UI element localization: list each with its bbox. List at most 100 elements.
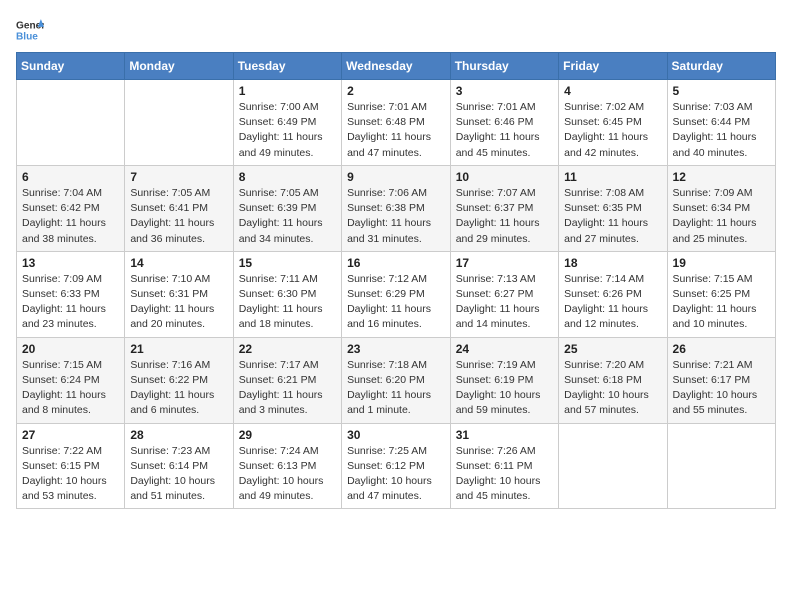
calendar-cell: 29 Sunrise: 7:24 AM Sunset: 6:13 PM Dayli… [233, 423, 341, 509]
logo: General Blue [16, 16, 44, 44]
calendar-week-row: 1Sunrise: 7:00 AM Sunset: 6:49 PM Daylig… [17, 80, 776, 166]
calendar-cell: 13 Sunrise: 7:09 AM Sunset: 6:33 PM Dayli… [17, 251, 125, 337]
calendar-cell: 24 Sunrise: 7:19 AM Sunset: 6:19 PM Dayli… [450, 337, 558, 423]
day-info: Sunrise: 7:08 AM Sunset: 6:35 PM Dayligh… [564, 186, 661, 247]
day-number: 2 [347, 84, 445, 98]
calendar-table: SundayMondayTuesdayWednesdayThursdayFrid… [16, 52, 776, 509]
calendar-cell: 25 Sunrise: 7:20 AM Sunset: 6:18 PM Dayli… [559, 337, 667, 423]
day-number: 21 [130, 342, 227, 356]
day-number: 12 [673, 170, 770, 184]
calendar-cell: 27Sunrise: 7:22 AM Sunset: 6:15 PM Dayli… [17, 423, 125, 509]
calendar-cell: 15 Sunrise: 7:11 AM Sunset: 6:30 PM Dayli… [233, 251, 341, 337]
day-number: 22 [239, 342, 336, 356]
weekday-header-row: SundayMondayTuesdayWednesdayThursdayFrid… [17, 53, 776, 80]
calendar-cell: 3 Sunrise: 7:01 AM Sunset: 6:46 PM Daylig… [450, 80, 558, 166]
day-info: Sunrise: 7:21 AM Sunset: 6:17 PM Dayligh… [673, 358, 770, 419]
calendar-cell: 21 Sunrise: 7:16 AM Sunset: 6:22 PM Dayli… [125, 337, 233, 423]
calendar-week-row: 13 Sunrise: 7:09 AM Sunset: 6:33 PM Dayli… [17, 251, 776, 337]
day-number: 4 [564, 84, 661, 98]
calendar-cell [17, 80, 125, 166]
calendar-cell: 18 Sunrise: 7:14 AM Sunset: 6:26 PM Dayli… [559, 251, 667, 337]
day-number: 13 [22, 256, 119, 270]
day-number: 1 [239, 84, 336, 98]
day-info: Sunrise: 7:09 AM Sunset: 6:34 PM Dayligh… [673, 186, 770, 247]
svg-text:Blue: Blue [16, 31, 38, 42]
day-number: 31 [456, 428, 553, 442]
day-number: 8 [239, 170, 336, 184]
calendar-cell: 9 Sunrise: 7:06 AM Sunset: 6:38 PM Daylig… [342, 165, 451, 251]
day-number: 25 [564, 342, 661, 356]
day-info: Sunrise: 7:14 AM Sunset: 6:26 PM Dayligh… [564, 272, 661, 333]
calendar-cell: 8 Sunrise: 7:05 AM Sunset: 6:39 PM Daylig… [233, 165, 341, 251]
calendar-cell: 4 Sunrise: 7:02 AM Sunset: 6:45 PM Daylig… [559, 80, 667, 166]
day-info: Sunrise: 7:15 AM Sunset: 6:25 PM Dayligh… [673, 272, 770, 333]
day-info: Sunrise: 7:15 AM Sunset: 6:24 PM Dayligh… [22, 358, 119, 419]
day-number: 18 [564, 256, 661, 270]
weekday-header: Sunday [17, 53, 125, 80]
day-info: Sunrise: 7:16 AM Sunset: 6:22 PM Dayligh… [130, 358, 227, 419]
calendar-cell: 10 Sunrise: 7:07 AM Sunset: 6:37 PM Dayli… [450, 165, 558, 251]
day-number: 26 [673, 342, 770, 356]
calendar-cell: 7 Sunrise: 7:05 AM Sunset: 6:41 PM Daylig… [125, 165, 233, 251]
day-info: Sunrise: 7:25 AM Sunset: 6:12 PM Dayligh… [347, 444, 445, 505]
calendar-cell: 20 Sunrise: 7:15 AM Sunset: 6:24 PM Dayli… [17, 337, 125, 423]
calendar-cell: 6Sunrise: 7:04 AM Sunset: 6:42 PM Daylig… [17, 165, 125, 251]
calendar-week-row: 27Sunrise: 7:22 AM Sunset: 6:15 PM Dayli… [17, 423, 776, 509]
day-info: Sunrise: 7:12 AM Sunset: 6:29 PM Dayligh… [347, 272, 445, 333]
calendar-week-row: 6Sunrise: 7:04 AM Sunset: 6:42 PM Daylig… [17, 165, 776, 251]
day-info: Sunrise: 7:05 AM Sunset: 6:41 PM Dayligh… [130, 186, 227, 247]
weekday-header: Monday [125, 53, 233, 80]
day-number: 16 [347, 256, 445, 270]
day-info: Sunrise: 7:22 AM Sunset: 6:15 PM Dayligh… [22, 444, 119, 505]
weekday-header: Thursday [450, 53, 558, 80]
day-info: Sunrise: 7:11 AM Sunset: 6:30 PM Dayligh… [239, 272, 336, 333]
day-number: 15 [239, 256, 336, 270]
calendar-cell: 19 Sunrise: 7:15 AM Sunset: 6:25 PM Dayli… [667, 251, 775, 337]
day-number: 7 [130, 170, 227, 184]
day-number: 20 [22, 342, 119, 356]
day-number: 29 [239, 428, 336, 442]
day-info: Sunrise: 7:06 AM Sunset: 6:38 PM Dayligh… [347, 186, 445, 247]
calendar-cell: 17 Sunrise: 7:13 AM Sunset: 6:27 PM Dayli… [450, 251, 558, 337]
day-number: 28 [130, 428, 227, 442]
day-info: Sunrise: 7:24 AM Sunset: 6:13 PM Dayligh… [239, 444, 336, 505]
calendar-cell: 28 Sunrise: 7:23 AM Sunset: 6:14 PM Dayli… [125, 423, 233, 509]
calendar-cell: 12 Sunrise: 7:09 AM Sunset: 6:34 PM Dayli… [667, 165, 775, 251]
calendar-cell [667, 423, 775, 509]
day-info: Sunrise: 7:03 AM Sunset: 6:44 PM Dayligh… [673, 100, 770, 161]
day-info: Sunrise: 7:19 AM Sunset: 6:19 PM Dayligh… [456, 358, 553, 419]
day-number: 10 [456, 170, 553, 184]
day-info: Sunrise: 7:04 AM Sunset: 6:42 PM Dayligh… [22, 186, 119, 247]
day-number: 3 [456, 84, 553, 98]
day-info: Sunrise: 7:02 AM Sunset: 6:45 PM Dayligh… [564, 100, 661, 161]
day-number: 5 [673, 84, 770, 98]
day-info: Sunrise: 7:05 AM Sunset: 6:39 PM Dayligh… [239, 186, 336, 247]
day-number: 9 [347, 170, 445, 184]
calendar-cell [125, 80, 233, 166]
day-info: Sunrise: 7:09 AM Sunset: 6:33 PM Dayligh… [22, 272, 119, 333]
day-number: 24 [456, 342, 553, 356]
day-number: 14 [130, 256, 227, 270]
day-info: Sunrise: 7:10 AM Sunset: 6:31 PM Dayligh… [130, 272, 227, 333]
day-info: Sunrise: 7:23 AM Sunset: 6:14 PM Dayligh… [130, 444, 227, 505]
day-info: Sunrise: 7:13 AM Sunset: 6:27 PM Dayligh… [456, 272, 553, 333]
calendar-cell: 30Sunrise: 7:25 AM Sunset: 6:12 PM Dayli… [342, 423, 451, 509]
calendar-cell: 2Sunrise: 7:01 AM Sunset: 6:48 PM Daylig… [342, 80, 451, 166]
weekday-header: Friday [559, 53, 667, 80]
day-number: 17 [456, 256, 553, 270]
day-info: Sunrise: 7:01 AM Sunset: 6:46 PM Dayligh… [456, 100, 553, 161]
day-info: Sunrise: 7:07 AM Sunset: 6:37 PM Dayligh… [456, 186, 553, 247]
day-info: Sunrise: 7:20 AM Sunset: 6:18 PM Dayligh… [564, 358, 661, 419]
weekday-header: Tuesday [233, 53, 341, 80]
weekday-header: Wednesday [342, 53, 451, 80]
calendar-cell: 16 Sunrise: 7:12 AM Sunset: 6:29 PM Dayli… [342, 251, 451, 337]
calendar-cell: 1Sunrise: 7:00 AM Sunset: 6:49 PM Daylig… [233, 80, 341, 166]
day-number: 11 [564, 170, 661, 184]
calendar-cell [559, 423, 667, 509]
day-number: 19 [673, 256, 770, 270]
calendar-cell: 31Sunrise: 7:26 AM Sunset: 6:11 PM Dayli… [450, 423, 558, 509]
day-info: Sunrise: 7:17 AM Sunset: 6:21 PM Dayligh… [239, 358, 336, 419]
calendar-cell: 14 Sunrise: 7:10 AM Sunset: 6:31 PM Dayli… [125, 251, 233, 337]
calendar-cell: 26 Sunrise: 7:21 AM Sunset: 6:17 PM Dayli… [667, 337, 775, 423]
day-number: 23 [347, 342, 445, 356]
